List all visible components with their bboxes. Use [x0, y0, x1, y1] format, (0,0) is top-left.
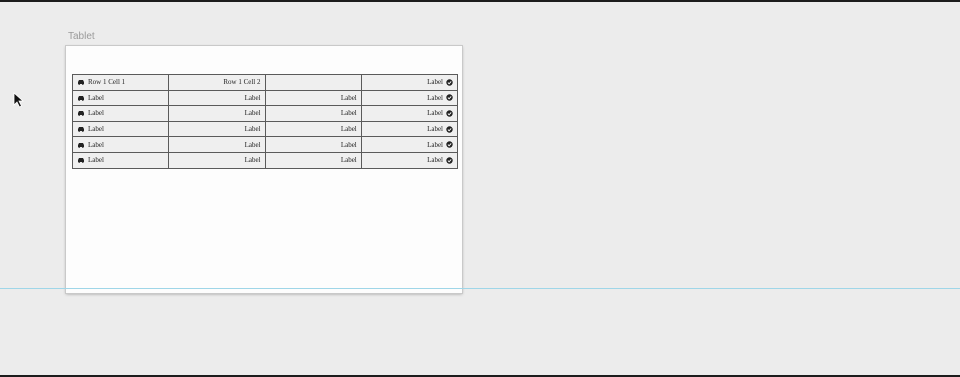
check-circle-icon: [446, 157, 453, 164]
car-icon: [78, 142, 84, 148]
table-cell[interactable]: Label: [73, 137, 170, 153]
cell-text: Label: [340, 140, 357, 149]
car-icon: [78, 158, 84, 164]
cell-text: Label: [244, 156, 261, 165]
tablet-artboard[interactable]: Row 1 Cell 1 Row 1 Cell 2 Label Label La…: [66, 46, 462, 293]
table-cell[interactable]: Row 1 Cell 2: [169, 75, 266, 91]
window-top-border: [0, 0, 960, 2]
check-circle-icon: [446, 110, 453, 117]
cell-text: Label: [427, 140, 443, 149]
table-cell[interactable]: Label: [361, 90, 458, 107]
cell-text: Label: [340, 109, 357, 118]
cell-text: Label: [427, 93, 443, 102]
table-cell[interactable]: Label: [169, 106, 266, 122]
cell-text: Label: [340, 125, 357, 134]
data-table: Row 1 Cell 1 Row 1 Cell 2 Label Label La…: [72, 74, 458, 169]
cell-text: Label: [88, 156, 104, 165]
table-cell[interactable]: Label: [73, 121, 170, 138]
cell-text: Label: [340, 156, 357, 165]
car-icon: [78, 127, 84, 132]
car-icon: [78, 95, 84, 101]
table-cell[interactable]: Label: [73, 106, 170, 122]
cell-text: Label: [88, 140, 104, 149]
car-icon: [78, 111, 84, 117]
car-icon: [78, 80, 84, 86]
cell-text: Row 1 Cell 2: [223, 78, 261, 87]
table-cell[interactable]: Label: [169, 137, 266, 153]
table-cell[interactable]: Label: [361, 152, 458, 169]
cell-text: Label: [427, 109, 443, 118]
table-row[interactable]: Label Label Label Label: [73, 121, 458, 138]
cell-text: Label: [88, 109, 104, 118]
table-row[interactable]: Row 1 Cell 1 Row 1 Cell 2 Label: [73, 75, 458, 91]
table-cell[interactable]: Label: [361, 121, 458, 138]
table-cell[interactable]: Label: [361, 75, 458, 91]
table-cell[interactable]: Label: [265, 121, 362, 138]
cursor-arrow-icon: [13, 92, 25, 108]
cell-text: Label: [427, 125, 443, 134]
table-cell[interactable]: Label: [73, 90, 170, 107]
table-cell[interactable]: Label: [169, 121, 266, 138]
table-cell[interactable]: Label: [169, 90, 266, 107]
cell-text: Row 1 Cell 1: [88, 78, 126, 87]
cell-text: Label: [244, 140, 261, 149]
table-cell[interactable]: Label: [73, 152, 170, 169]
cell-text: Label: [340, 93, 357, 102]
artboard-label[interactable]: Tablet: [68, 31, 95, 42]
cell-text: Label: [427, 156, 443, 165]
table-cell[interactable]: [265, 75, 362, 91]
table-cell[interactable]: Label: [361, 106, 458, 122]
cell-text: Label: [244, 93, 261, 102]
layout-guide-line[interactable]: [0, 288, 960, 289]
check-circle-icon: [446, 94, 453, 102]
table-cell[interactable]: Label: [265, 90, 362, 107]
table-cell[interactable]: Label: [265, 137, 362, 153]
table-cell[interactable]: Label: [265, 106, 362, 122]
check-circle-icon: [446, 125, 453, 133]
table-cell[interactable]: Label: [265, 152, 362, 169]
cell-text: Label: [88, 125, 104, 134]
check-circle-icon: [446, 141, 453, 148]
cell-text: Label: [244, 109, 261, 118]
table-cell[interactable]: Label: [361, 137, 458, 153]
cell-text: Label: [244, 125, 261, 134]
table-row[interactable]: Label Label Label Label: [73, 90, 458, 107]
table-row[interactable]: Label Label Label Label: [73, 106, 458, 122]
cell-text: Label: [88, 93, 104, 102]
table-cell[interactable]: Label: [169, 152, 266, 169]
table-cell[interactable]: Row 1 Cell 1: [73, 75, 170, 91]
table-row[interactable]: Label Label Label Label: [73, 137, 458, 153]
cell-text: Label: [427, 78, 443, 87]
table-row[interactable]: Label Label Label Label: [73, 152, 458, 169]
check-circle-icon: [446, 79, 453, 86]
